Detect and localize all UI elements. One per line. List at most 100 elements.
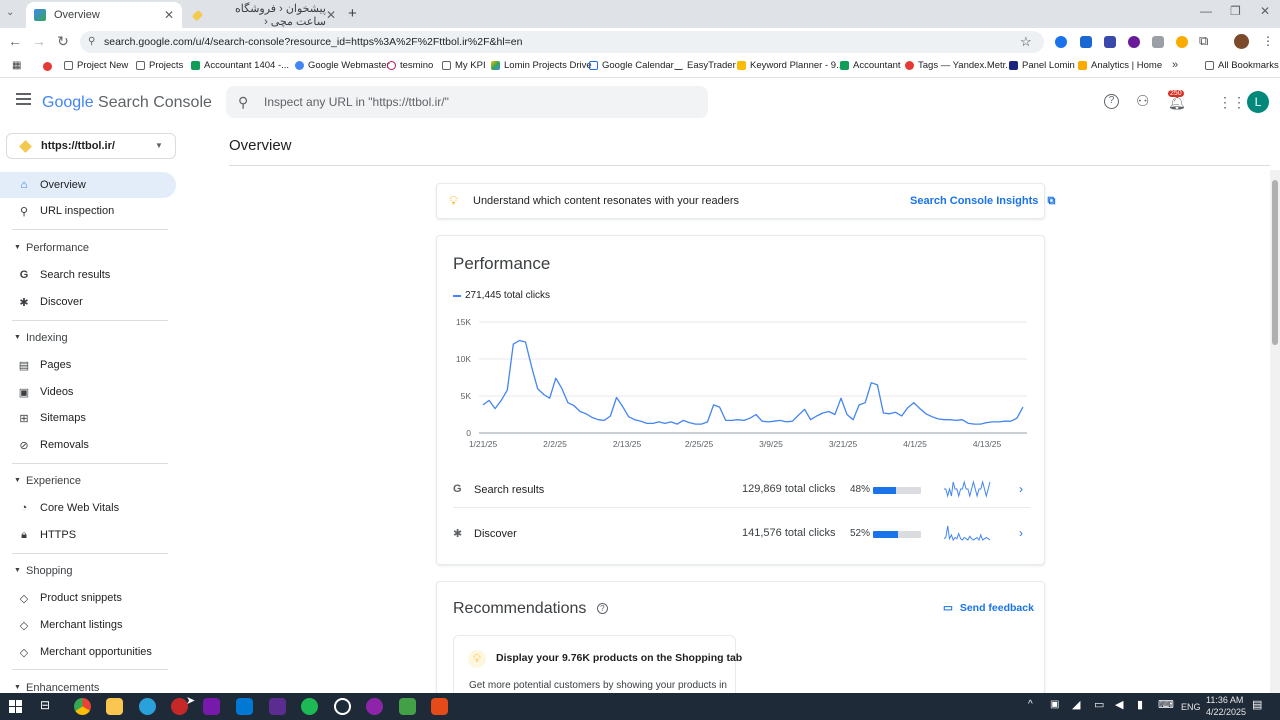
extension-icon[interactable] [1080,36,1092,48]
bookmark-item[interactable]: Analytics | Home [1078,60,1162,71]
bookmark-red-dot-icon[interactable] [43,62,52,71]
apps-grid-icon[interactable]: ⋮⋮ [1218,94,1246,111]
tray-chevron-icon[interactable]: ^ [1028,699,1033,710]
app-green-icon[interactable] [399,698,416,715]
bookmark-item[interactable]: Lomin Projects Drive [491,60,592,71]
minimize-icon[interactable]: — [1200,4,1212,18]
page-scrollbar[interactable] [1270,170,1280,693]
sidebar-item-sitemaps[interactable]: ⊞ Sitemaps [0,405,176,431]
performance-row-search-results[interactable]: G Search results 129,869 total clicks 48… [453,474,1030,508]
tray-app-icon[interactable]: ▣ [1050,699,1059,710]
telegram-icon[interactable] [139,698,156,715]
wifi-icon[interactable]: ◢ [1072,698,1080,711]
keyboard-icon[interactable]: ⌨︎ [1158,698,1174,711]
info-icon[interactable]: ? [596,603,608,615]
onenote-icon[interactable] [203,698,220,715]
url-inspect-search-input[interactable]: ⚲ Inspect any URL in "https://ttbol.ir/" [226,86,708,118]
sidebar-item-search-results[interactable]: G Search results [0,262,176,288]
all-bookmarks[interactable]: All Bookmarks [1205,60,1279,71]
tab-wordpress[interactable]: پیشخوان ‹ فروشگاه ساعت مچی ‹ ✕ [186,2,344,28]
vscode-icon[interactable] [236,698,253,715]
file-explorer-icon[interactable] [106,698,123,715]
sidebar-item-https[interactable]: 🔒︎ HTTPS [0,522,176,548]
chrome-taskbar-icon[interactable] [74,698,91,715]
extension-icon[interactable] [1128,36,1140,48]
section-shopping[interactable]: ▼ Shopping [0,562,170,580]
close-icon[interactable]: ✕ [326,8,336,22]
bookmark-item[interactable]: Google Webmaster [295,60,390,71]
bookmark-item[interactable]: Project New [64,60,128,71]
windows-start-icon[interactable] [9,700,22,713]
forward-icon[interactable]: → [30,33,48,49]
sidebar-item-discover[interactable]: ✱ Discover [0,289,176,315]
search-console-insights-link[interactable]: Search Console Insights ⧉ [910,195,1055,208]
new-tab-button[interactable]: + [348,5,357,22]
language-indicator[interactable]: ENG [1181,702,1201,712]
extension-icon[interactable] [1176,36,1188,48]
bookmark-item[interactable]: Keyword Planner - 9... [737,60,844,71]
back-icon[interactable]: ← [6,33,24,49]
bookmark-item[interactable]: My KPI [442,60,486,71]
sidebar-item-merchant-listings[interactable]: ◇ Merchant listings [0,612,176,638]
sidebar-item-videos[interactable]: ▣ Videos [0,379,176,405]
bookmark-item[interactable]: tesmino [387,60,433,71]
bookmark-item[interactable]: Accountant [840,60,901,71]
sidebar-item-overview[interactable]: ⌂ Overview [0,172,176,198]
sidebar-item-core-web-vitals[interactable]: ◔ Core Web Vitals [0,495,176,521]
volume-icon[interactable]: ◀︎ [1115,698,1123,711]
close-icon[interactable]: ✕ [164,8,174,22]
sidebar-item-product-snippets[interactable]: ◇ Product snippets [0,585,176,611]
close-window-icon[interactable]: ✕ [1260,4,1270,18]
star-icon[interactable]: ☆ [1020,31,1032,53]
app-orange-icon[interactable] [431,698,448,715]
section-enhancements[interactable]: ▼ Enhancements [0,679,170,693]
property-selector[interactable]: https://ttbol.ir/ ▼ [6,133,176,159]
profile-avatar[interactable] [1234,34,1249,49]
more-bookmarks-icon[interactable]: » [1172,59,1178,71]
sidebar-item-pages[interactable]: ▤ Pages [0,352,176,378]
chevron-right-icon[interactable]: › [1019,482,1023,496]
puzzle-icon[interactable]: ⧉ [1199,33,1208,49]
section-experience[interactable]: ▼ Experience [0,472,170,490]
performance-row-discover[interactable]: ✱ Discover 141,576 total clicks 52% › [453,518,1030,552]
bookmark-item[interactable]: Google Calendar [589,60,674,71]
chevron-right-icon[interactable]: › [1019,526,1023,540]
restore-icon[interactable]: ❐ [1230,4,1241,18]
help-icon[interactable]: ? [1104,94,1119,109]
spotify-icon[interactable] [301,698,318,715]
hamburger-menu-icon[interactable] [16,93,31,105]
product-logo[interactable]: Google Search Console [42,94,212,112]
clock-date[interactable]: 4/22/2025 [1206,707,1246,717]
url-field[interactable]: ⚲ search.google.com/u/4/search-console?r… [80,31,1044,53]
apps-icon[interactable]: ▦ [12,60,21,71]
bookmark-item[interactable]: Panel Lomin [1009,60,1075,71]
menu-icon[interactable]: ⋮ [1262,34,1274,48]
clock-time[interactable]: 11:36 AM [1206,695,1243,705]
camera-icon[interactable] [1152,36,1164,48]
section-indexing[interactable]: ▼ Indexing [0,329,170,347]
media-player-icon[interactable] [334,698,351,715]
microphone-icon[interactable]: ▮ [1137,698,1143,711]
battery-icon[interactable]: ▭ [1094,698,1104,711]
site-info-icon[interactable]: ⚲ [88,31,95,53]
extension-icon[interactable] [1055,36,1067,48]
visual-studio-icon[interactable] [269,698,286,715]
extension-icon[interactable] [1104,36,1116,48]
sidebar-item-url-inspection[interactable]: ⚲ URL inspection [0,198,176,224]
clicks-series-line[interactable] [482,339,1024,425]
send-feedback-link[interactable]: ▭ Send feedback [943,602,1034,614]
section-performance[interactable]: ▼ Performance [0,239,170,257]
sidebar-item-merchant-opportunities[interactable]: ◇ Merchant opportunities [0,639,176,665]
manage-users-icon[interactable]: ⚇ [1136,92,1149,110]
bookmark-item[interactable]: Accountant 1404 -... [191,60,289,71]
notifications-icon[interactable]: ▤ [1252,698,1262,711]
bookmark-item[interactable]: Projects [136,60,183,71]
sidebar-item-removals[interactable]: ⊘ Removals [0,432,176,458]
tab-search-icon[interactable]: ⌄ [6,7,14,18]
task-view-icon[interactable]: ⊟ [40,698,50,712]
tab-overview[interactable]: Overview ✕ [26,2,182,28]
scrollbar-thumb[interactable] [1272,180,1278,345]
bookmark-item[interactable]: EasyTrader [674,60,736,71]
account-avatar[interactable]: L [1247,91,1269,113]
bookmark-item[interactable]: Tags — Yandex.Metr... [905,60,1013,71]
